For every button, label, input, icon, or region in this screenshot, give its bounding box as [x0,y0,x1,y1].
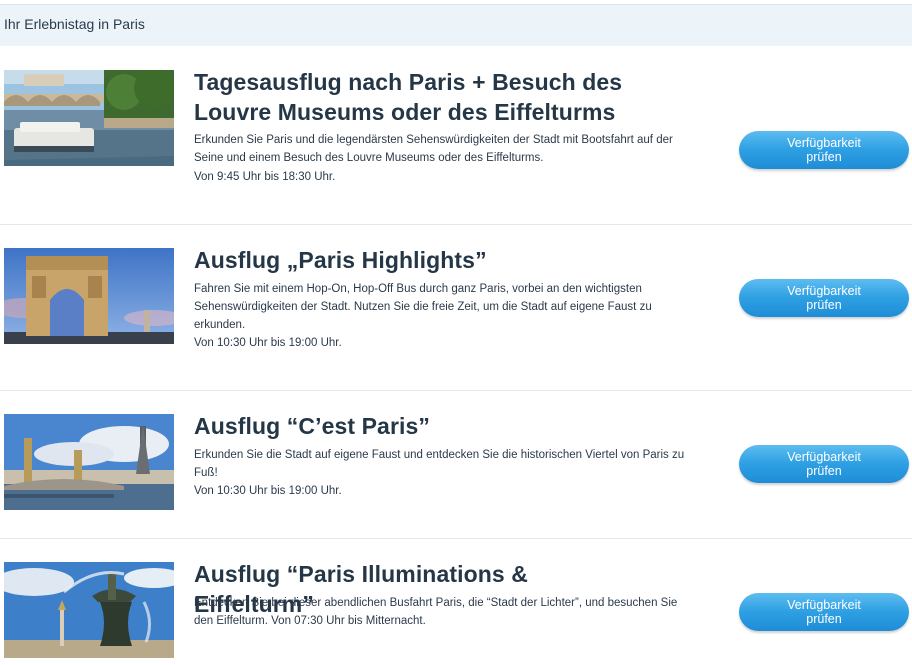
check-availability-button[interactable]: Verfügbarkeit prüfen [739,279,909,317]
row-divider [0,224,912,225]
check-availability-button[interactable]: Verfügbarkeit prüfen [739,593,909,631]
check-availability-label: Verfügbarkeit prüfen [787,136,861,164]
tour-title[interactable]: Ausflug „Paris Highlights” [194,245,654,275]
row-divider [0,390,912,391]
check-availability-label: Verfügbarkeit prüfen [787,450,861,478]
section-title: Ihr Erlebnistag in Paris [4,16,145,32]
tour-image-pont-alexandre[interactable] [4,414,174,510]
tour-time: Von 10:30 Uhr bis 19:00 Uhr. [194,485,342,497]
tour-title[interactable]: Ausflug “C’est Paris” [194,411,654,441]
tour-title[interactable]: Tagesausflug nach Paris + Besuch des Lou… [194,67,654,127]
check-availability-button[interactable]: Verfügbarkeit prüfen [739,131,909,169]
tour-description: Entdecken Sie bei dieser abendlichen Bus… [194,597,678,627]
check-availability-label: Verfügbarkeit prüfen [787,284,861,312]
tour-description: Fahren Sie mit einem Hop-On, Hop-Off Bus… [194,283,652,331]
row-divider [0,538,912,539]
check-availability-label: Verfügbarkeit prüfen [787,598,861,626]
tour-image-arc-de-triomphe[interactable] [4,248,174,344]
tour-description: Erkunden Sie die Stadt auf eigene Faust … [194,449,685,479]
section-header: Ihr Erlebnistag in Paris [0,4,912,46]
check-availability-button[interactable]: Verfügbarkeit prüfen [739,445,909,483]
tour-time: Von 10:30 Uhr bis 19:00 Uhr. [194,337,342,349]
tour-image-seine-boat[interactable] [4,70,174,166]
tour-time: Von 9:45 Uhr bis 18:30 Uhr. [194,171,336,183]
tour-image-fountain-concorde[interactable] [4,562,174,658]
tour-description: Erkunden Sie Paris und die legendärsten … [194,134,673,164]
